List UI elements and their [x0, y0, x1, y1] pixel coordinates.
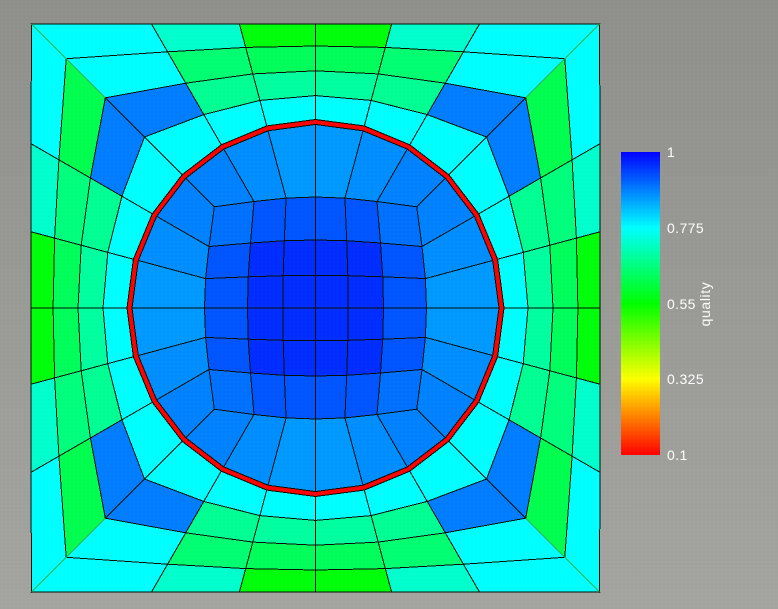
mesh-cell [78, 308, 108, 371]
mesh-cell [152, 564, 246, 592]
colorbar-tick-55: 0.55 [667, 296, 696, 312]
mesh-cell [348, 308, 384, 340]
mesh-cell [572, 378, 600, 472]
mesh-cell [316, 516, 379, 546]
mesh-cell [316, 197, 347, 241]
mesh-cell [283, 340, 315, 376]
mesh-cell [53, 308, 81, 378]
mesh-cell [576, 308, 600, 384]
mesh-cell [316, 46, 386, 74]
colorbar-title: quality [697, 281, 713, 326]
mesh-cell [209, 202, 254, 247]
mesh-cell [316, 375, 347, 419]
mesh-cell [283, 275, 316, 308]
mesh-cell [377, 370, 422, 415]
mesh-cell [253, 516, 316, 546]
mesh-cell [381, 337, 426, 373]
mesh-cell [550, 308, 578, 378]
mesh-cell [345, 373, 381, 418]
mesh-cell [248, 276, 284, 308]
mesh-cell [316, 569, 392, 592]
mesh-cell [523, 245, 553, 308]
mesh-cell [53, 238, 81, 308]
mesh-cell [253, 71, 316, 101]
mesh-cell [248, 339, 284, 375]
mesh-cell [381, 243, 426, 279]
colorbar-gradient [621, 152, 660, 455]
mesh-cell [316, 542, 386, 570]
mesh-cell [316, 275, 349, 308]
mesh-cell [205, 277, 249, 308]
colorbar-tick-min: 0.1 [667, 447, 688, 463]
mesh-cell [31, 232, 55, 308]
mesh-cell [345, 198, 381, 243]
mesh-cell [316, 340, 348, 376]
mesh-cell [383, 308, 427, 339]
mesh-cell [383, 277, 427, 308]
mesh-cell [205, 308, 249, 339]
mesh-cell [284, 375, 315, 419]
mesh-cell [206, 243, 251, 279]
mesh-viewport[interactable] [0, 0, 778, 609]
mesh-cell [316, 308, 349, 341]
mesh-cell [385, 24, 479, 52]
mesh-cell [31, 144, 59, 238]
mesh-cell [377, 202, 422, 247]
mesh-cell [550, 238, 578, 308]
mesh-cell [209, 370, 254, 415]
colorbar-tick-max: 1 [667, 144, 675, 160]
mesh-cell [248, 308, 284, 340]
mesh-cell [206, 337, 251, 373]
mesh-cell [246, 542, 316, 570]
mesh-cell [316, 71, 379, 101]
render-window: 1 0.775 0.55 0.325 0.1 quality [0, 0, 778, 609]
mesh-cell [251, 198, 287, 243]
mesh-cell [347, 241, 383, 277]
mesh-cell [239, 569, 315, 592]
mesh-cell [348, 276, 384, 308]
mesh-cell [347, 339, 383, 375]
mesh-cell [523, 308, 553, 371]
colorbar-tick-325: 0.325 [667, 371, 704, 387]
mesh-cell [316, 240, 348, 276]
mesh-cell [316, 24, 392, 47]
mesh-cell [283, 240, 315, 276]
mesh-cell [248, 241, 284, 277]
mesh-cell [283, 308, 316, 341]
mesh-cell [576, 232, 600, 308]
mesh-cell [78, 245, 108, 308]
colorbar-tick-775: 0.775 [667, 220, 704, 236]
mesh-cell [284, 197, 315, 241]
mesh-cell [239, 24, 315, 47]
mesh-cell [31, 308, 55, 384]
mesh-cell [251, 373, 287, 418]
mesh-cell [246, 46, 316, 74]
